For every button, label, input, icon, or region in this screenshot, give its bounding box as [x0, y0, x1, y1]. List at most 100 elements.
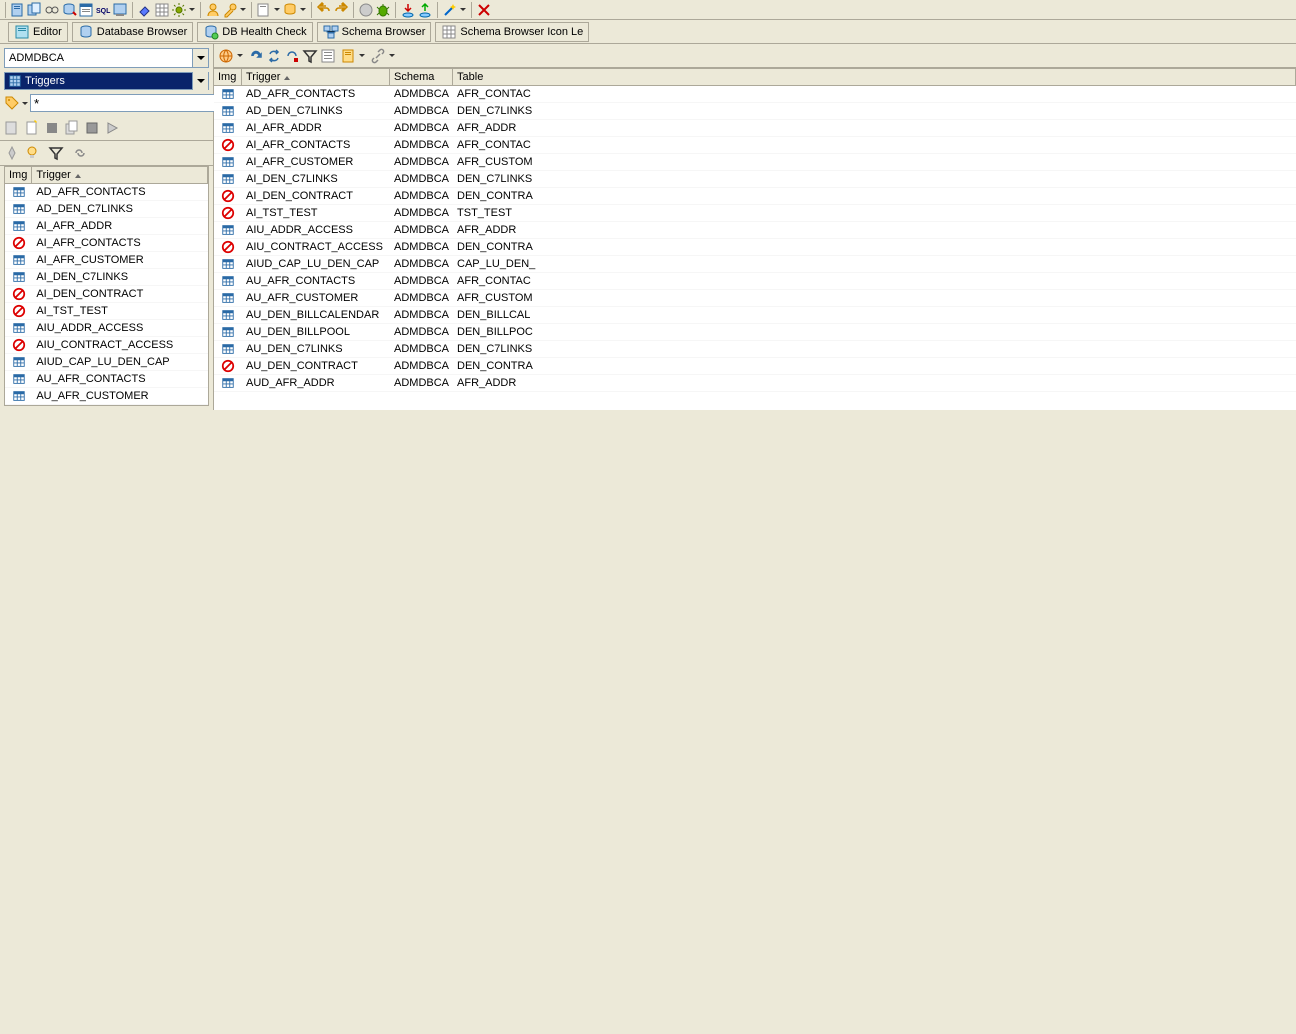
- refresh-stop-icon[interactable]: [284, 48, 300, 64]
- table-row[interactable]: AI_AFR_CUSTOMER: [5, 252, 208, 269]
- col-trigger[interactable]: Trigger: [242, 69, 390, 86]
- toolbar-btn-5[interactable]: [78, 2, 94, 18]
- play-icon[interactable]: [104, 120, 120, 136]
- right-trigger-grid[interactable]: Img Trigger Schema Table AD_AFR_CONTACTS…: [214, 68, 1296, 410]
- col-img[interactable]: Img: [214, 69, 242, 86]
- key-icon[interactable]: [222, 2, 238, 18]
- table-row[interactable]: AI_DEN_CONTRACT: [5, 286, 208, 303]
- dropdown-arrow-icon[interactable]: [188, 2, 196, 18]
- table-row[interactable]: AIU_CONTRACT_ACCESS: [5, 337, 208, 354]
- dropdown-arrow-icon[interactable]: [358, 48, 366, 64]
- table-row[interactable]: AI_AFR_ADDRADMDBCAAFR_ADDR: [214, 120, 1296, 137]
- table-row[interactable]: AI_DEN_CONTRACTADMDBCADEN_CONTRA: [214, 188, 1296, 205]
- table-row[interactable]: AU_DEN_C7LINKSADMDBCADEN_C7LINKS: [214, 341, 1296, 358]
- script-icon[interactable]: [340, 48, 356, 64]
- tab-db-health-check[interactable]: DB Health Check: [197, 22, 312, 42]
- dropdown-arrow-icon[interactable]: [273, 2, 281, 18]
- new-icon[interactable]: [24, 120, 40, 136]
- refresh-all-icon[interactable]: [266, 48, 282, 64]
- toolbar-btn-12[interactable]: [256, 2, 272, 18]
- dropdown-arrow-icon[interactable]: [299, 2, 307, 18]
- table-row[interactable]: AUD_AFR_ADDRADMDBCAAFR_ADDR: [214, 375, 1296, 392]
- table-row[interactable]: AI_TST_TEST: [5, 303, 208, 320]
- table-row[interactable]: AI_TST_TESTADMDBCATST_TEST: [214, 205, 1296, 222]
- toolbar-btn-7[interactable]: [112, 2, 128, 18]
- upload-icon[interactable]: [417, 2, 433, 18]
- detail-icon[interactable]: [320, 48, 336, 64]
- table-row[interactable]: AIU_CONTRACT_ACCESSADMDBCADEN_CONTRA: [214, 239, 1296, 256]
- toolbar-btn[interactable]: [4, 145, 20, 161]
- table-row[interactable]: AU_DEN_BILLPOOLADMDBCADEN_BILLPOC: [214, 324, 1296, 341]
- globe-icon[interactable]: [218, 48, 234, 64]
- object-type-combo[interactable]: Triggers: [4, 72, 209, 90]
- close-icon[interactable]: [476, 2, 492, 18]
- left-trigger-list[interactable]: Img Trigger AD_AFR_CONTACTSAD_DEN_C7LINK…: [4, 166, 209, 406]
- gear-icon[interactable]: [171, 2, 187, 18]
- toolbar-btn-4[interactable]: [61, 2, 77, 18]
- table-row[interactable]: AI_DEN_C7LINKS: [5, 269, 208, 286]
- funnel-icon[interactable]: [48, 145, 64, 161]
- table-row[interactable]: AD_AFR_CONTACTS: [5, 184, 208, 201]
- stop-icon[interactable]: [358, 2, 374, 18]
- funnel-icon[interactable]: [302, 48, 318, 64]
- table-row[interactable]: AD_DEN_C7LINKS: [5, 201, 208, 218]
- combo-dropdown-button[interactable]: [192, 72, 208, 90]
- table-row[interactable]: AIUD_CAP_LU_DEN_CAPADMDBCACAP_LU_DEN_: [214, 256, 1296, 273]
- bug-icon[interactable]: [375, 2, 391, 18]
- tab-schema-browser-icon-legend[interactable]: Schema Browser Icon Le: [435, 22, 589, 42]
- col-schema[interactable]: Schema: [390, 69, 453, 86]
- toolbar-btn-1[interactable]: [10, 2, 26, 18]
- table-row[interactable]: AI_AFR_ADDR: [5, 218, 208, 235]
- download-icon[interactable]: [400, 2, 416, 18]
- user-icon[interactable]: [205, 2, 221, 18]
- toolbar-btn[interactable]: [84, 120, 100, 136]
- toolbar-btn-13[interactable]: [282, 2, 298, 18]
- col-table[interactable]: Table: [453, 69, 1296, 86]
- table-row[interactable]: AU_AFR_CUSTOMERADMDBCAAFR_CUSTOM: [214, 290, 1296, 307]
- chain-icon[interactable]: [370, 48, 386, 64]
- table-row[interactable]: AI_AFR_CONTACTS: [5, 235, 208, 252]
- dropdown-arrow-icon[interactable]: [22, 95, 28, 111]
- table-row[interactable]: AD_AFR_CONTACTSADMDBCAAFR_CONTAC: [214, 86, 1296, 103]
- table-row[interactable]: AIU_ADDR_ACCESS: [5, 320, 208, 337]
- wand-icon[interactable]: [442, 2, 458, 18]
- toolbar-btn[interactable]: [4, 120, 20, 136]
- refresh-icon[interactable]: [248, 48, 264, 64]
- dropdown-arrow-icon[interactable]: [459, 2, 467, 18]
- table-row[interactable]: AI_DEN_C7LINKSADMDBCADEN_C7LINKS: [214, 171, 1296, 188]
- glasses-icon[interactable]: [44, 2, 60, 18]
- copy-icon[interactable]: [64, 120, 80, 136]
- tab-database-browser[interactable]: Database Browser: [72, 22, 194, 42]
- table-row[interactable]: AU_AFR_CUSTOMER: [5, 388, 208, 405]
- table-row[interactable]: AI_AFR_CUSTOMERADMDBCAAFR_CUSTOM: [214, 154, 1296, 171]
- redo-icon[interactable]: [333, 2, 349, 18]
- tag-icon[interactable]: [4, 95, 20, 111]
- table-row[interactable]: AU_DEN_BILLCALENDARADMDBCADEN_BILLCAL: [214, 307, 1296, 324]
- dropdown-arrow-icon[interactable]: [388, 48, 396, 64]
- tab-schema-browser[interactable]: Schema Browser: [317, 22, 432, 42]
- table-row[interactable]: AU_AFR_CONTACTS: [5, 371, 208, 388]
- combo-dropdown-button[interactable]: [192, 49, 208, 67]
- schema-name: ADMDBCA: [390, 120, 453, 137]
- table-row[interactable]: AI_AFR_CONTACTSADMDBCAAFR_CONTAC: [214, 137, 1296, 154]
- bulb-icon[interactable]: [24, 145, 40, 161]
- schema-combo[interactable]: ADMDBCA: [4, 48, 209, 68]
- link-icon[interactable]: [72, 145, 88, 161]
- sql-icon[interactable]: SQL: [95, 2, 111, 18]
- dropdown-arrow-icon[interactable]: [239, 2, 247, 18]
- tab-editor[interactable]: Editor: [8, 22, 68, 42]
- eraser-icon[interactable]: [137, 2, 153, 18]
- undo-icon[interactable]: [316, 2, 332, 18]
- col-img[interactable]: Img: [5, 167, 32, 184]
- filter-input[interactable]: [30, 94, 215, 112]
- table-row[interactable]: AIUD_CAP_LU_DEN_CAP: [5, 354, 208, 371]
- dropdown-arrow-icon[interactable]: [236, 48, 244, 64]
- table-row[interactable]: AU_DEN_CONTRACTADMDBCADEN_CONTRA: [214, 358, 1296, 375]
- table-row[interactable]: AU_AFR_CONTACTSADMDBCAAFR_CONTAC: [214, 273, 1296, 290]
- grid-icon[interactable]: [154, 2, 170, 18]
- toolbar-btn-2[interactable]: [27, 2, 43, 18]
- stop-icon[interactable]: [44, 120, 60, 136]
- col-trigger[interactable]: Trigger: [32, 167, 208, 184]
- table-row[interactable]: AIU_ADDR_ACCESSADMDBCAAFR_ADDR: [214, 222, 1296, 239]
- table-row[interactable]: AD_DEN_C7LINKSADMDBCADEN_C7LINKS: [214, 103, 1296, 120]
